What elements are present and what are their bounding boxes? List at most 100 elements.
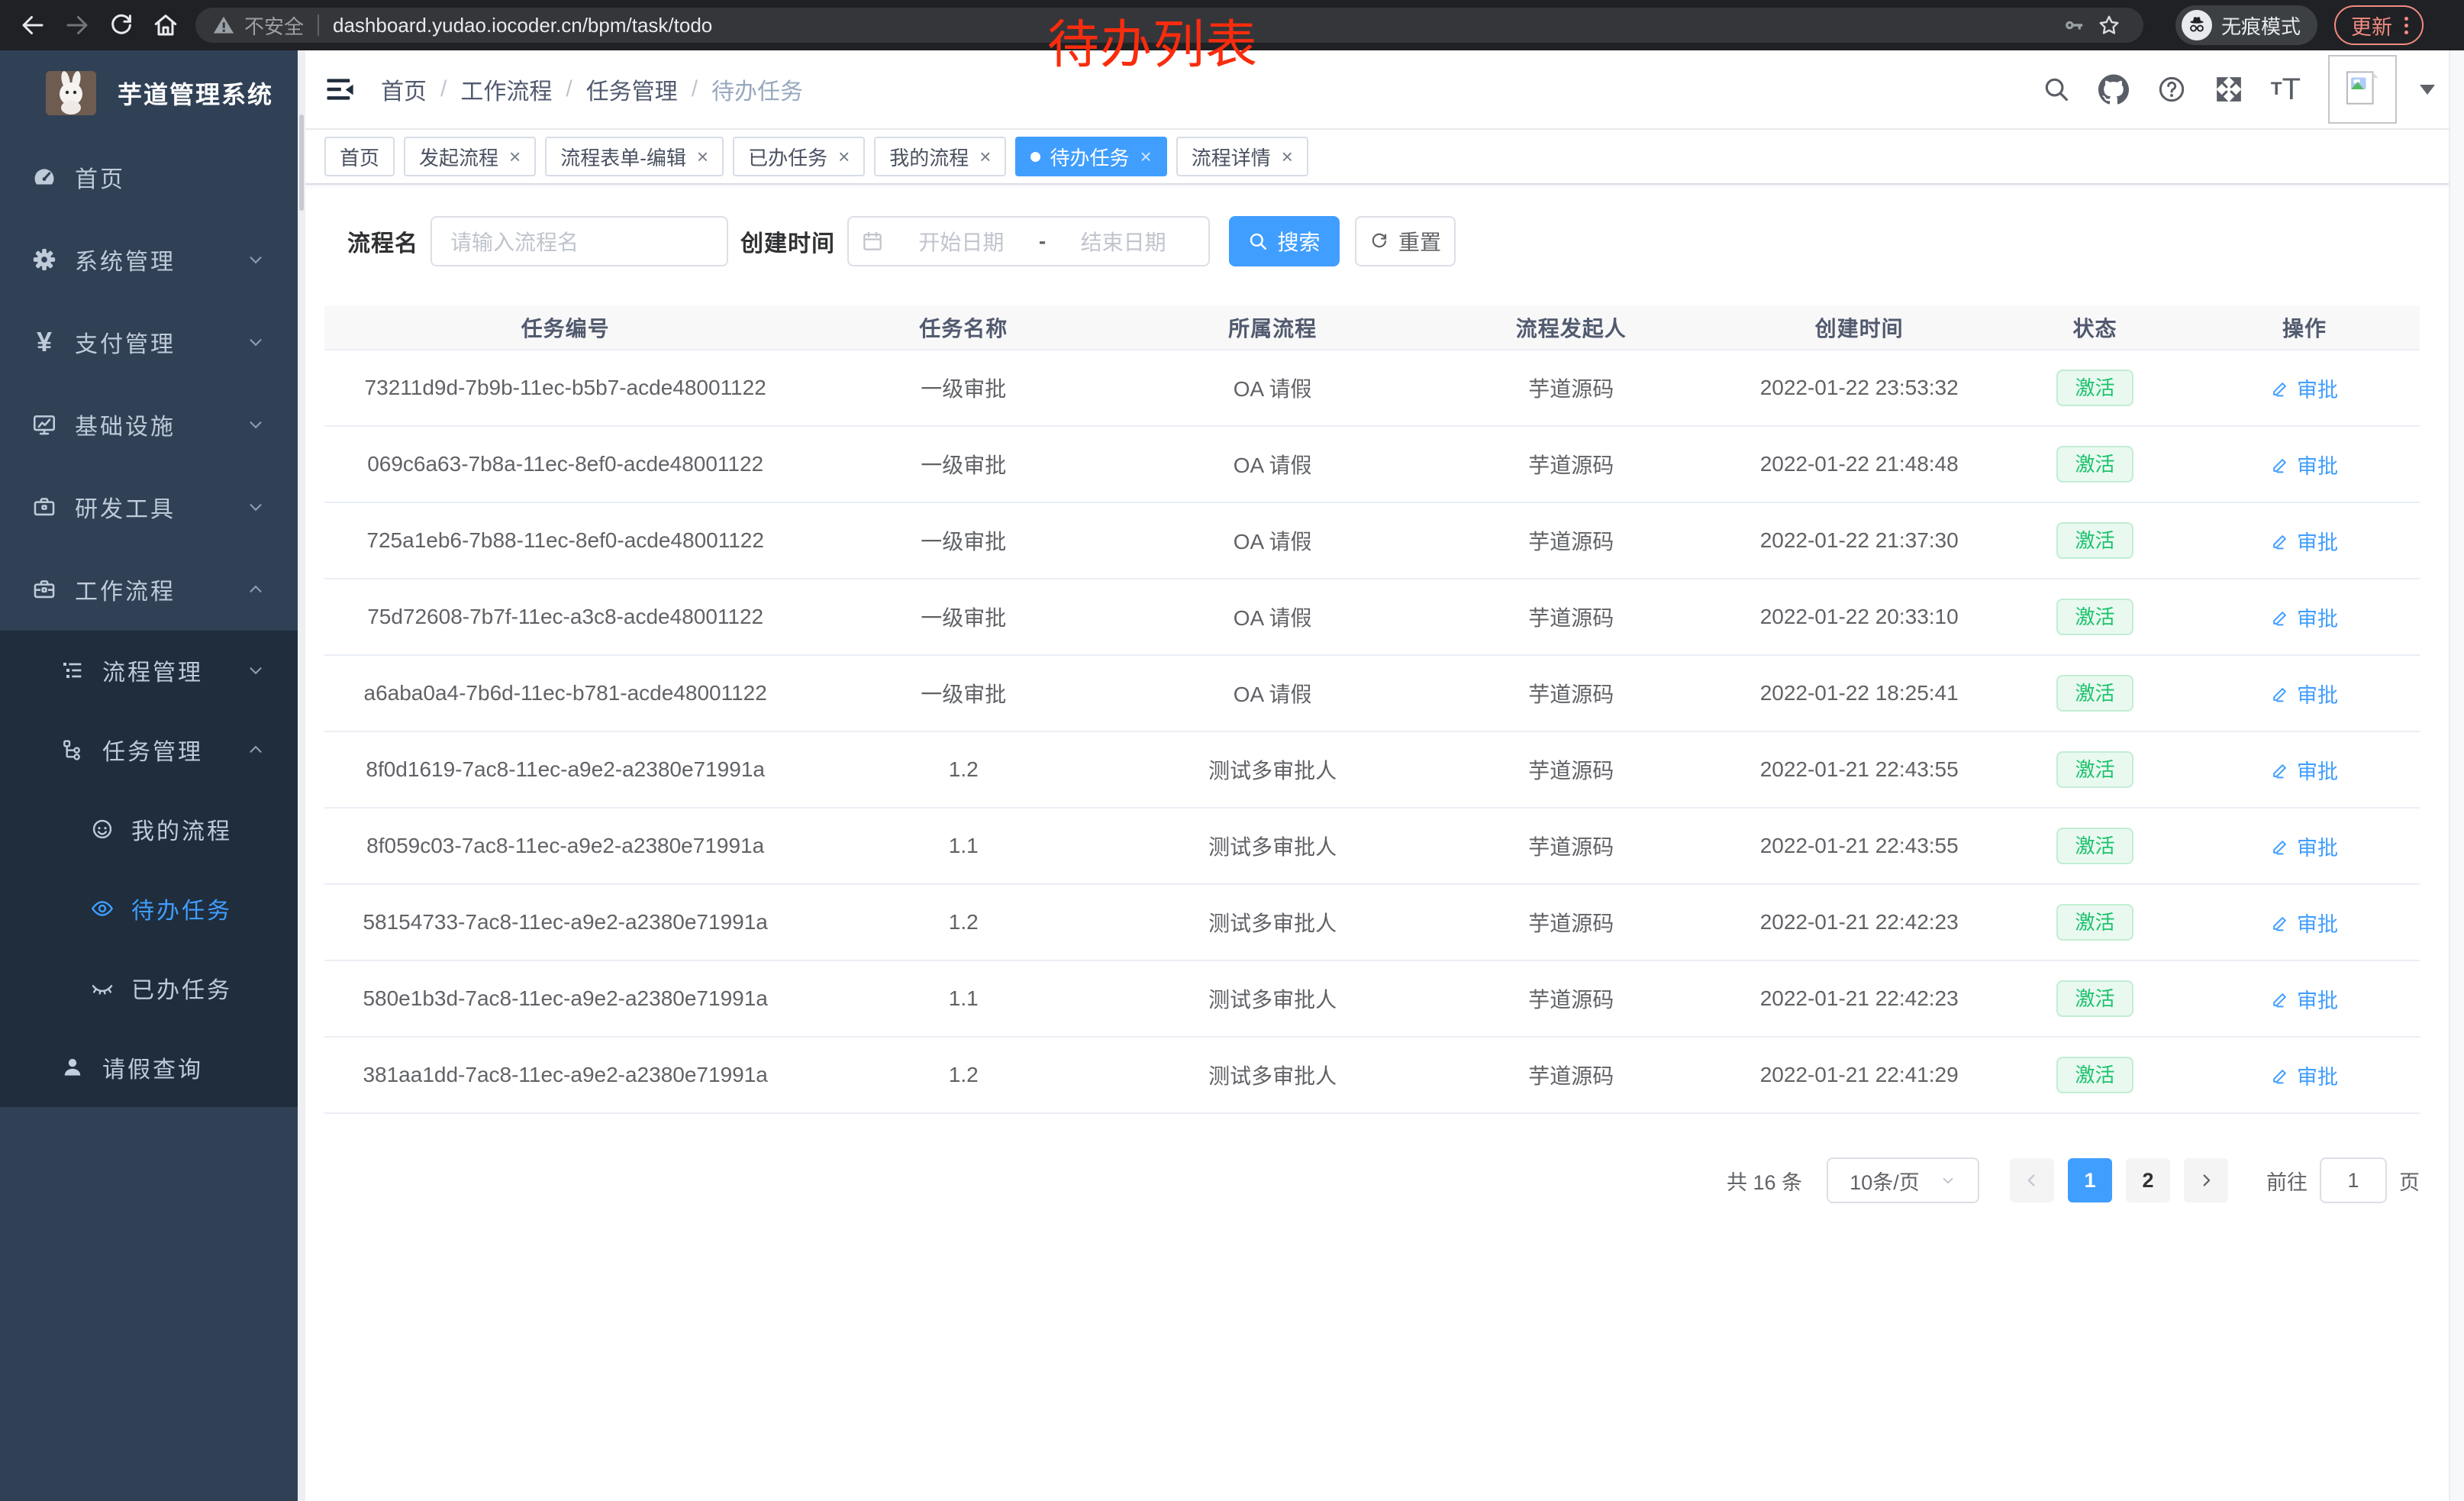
back-icon[interactable]	[11, 3, 55, 47]
tab-initiate-process[interactable]: 发起流程×	[404, 137, 536, 176]
forward-icon[interactable]	[55, 3, 99, 47]
edit-pencil-icon	[2271, 684, 2290, 703]
sidebar: 芋道管理系统 首页 系统管理 ¥ 支付管理 基础设施	[0, 50, 305, 1501]
sidebar-item-my-process[interactable]: 我的流程	[0, 789, 305, 869]
bookmark-star-icon[interactable]	[2091, 8, 2127, 43]
browser-menu-icon[interactable]	[2400, 17, 2413, 34]
table-row: 580e1b3d-7ac8-11ec-a9e2-a2380e71991a 1.1…	[324, 960, 2420, 1037]
reload-icon[interactable]	[99, 3, 144, 47]
home-icon[interactable]	[144, 3, 188, 47]
tab-todo-tasks[interactable]: 待办任务×	[1015, 137, 1166, 176]
close-icon[interactable]: ×	[697, 145, 708, 169]
navbar-tools: TT	[2042, 50, 2435, 128]
tab-my-process[interactable]: 我的流程×	[874, 137, 1006, 176]
close-icon[interactable]: ×	[509, 145, 521, 169]
sidebar-scrollbar[interactable]	[298, 50, 305, 1501]
close-icon[interactable]: ×	[979, 145, 991, 169]
avatar[interactable]	[2328, 55, 2397, 124]
chevron-down-icon	[246, 332, 266, 352]
tasks-table: 任务编号 任务名称 所属流程 流程发起人 创建时间 状态 操作 73211d9d…	[324, 305, 2420, 1114]
sidebar-item-label: 基础设施	[75, 408, 176, 441]
approve-link[interactable]: 审批	[2271, 450, 2338, 479]
collapse-sidebar-icon[interactable]	[324, 73, 356, 105]
sidebar-item-task-mgmt[interactable]: 任务管理	[0, 710, 305, 789]
tab-done-tasks[interactable]: 已办任务×	[733, 137, 865, 176]
sidebar-item-leave-query[interactable]: 请假查询	[0, 1028, 305, 1107]
sidebar-item-todo-tasks[interactable]: 待办任务	[0, 869, 305, 948]
approve-link[interactable]: 审批	[2271, 373, 2338, 403]
chevron-down-icon	[246, 250, 266, 270]
breadcrumb-home[interactable]: 首页	[381, 73, 427, 106]
chevron-down-icon	[246, 497, 266, 517]
page-unit-label: 页	[2399, 1166, 2420, 1196]
end-date-placeholder[interactable]: 结束日期	[1050, 226, 1196, 257]
close-icon[interactable]: ×	[1282, 145, 1293, 169]
sidebar-item-dev-tools[interactable]: 研发工具	[0, 466, 305, 548]
warning-icon	[212, 14, 235, 37]
sidebar-menu: 首页 系统管理 ¥ 支付管理 基础设施 研发工具	[0, 136, 305, 1107]
sidebar-item-label: 待办任务	[131, 892, 232, 925]
approve-link[interactable]: 审批	[2271, 679, 2338, 709]
search-icon[interactable]	[2042, 75, 2071, 104]
edit-pencil-icon	[2271, 608, 2290, 627]
key-icon[interactable]	[2056, 8, 2091, 43]
avatar-dropdown-icon[interactable]	[2420, 85, 2435, 95]
cell-task-name: 1.2	[806, 731, 1121, 808]
sidebar-item-process-mgmt[interactable]: 流程管理	[0, 631, 305, 710]
cell-initiator: 芋道源码	[1424, 502, 1717, 579]
sidebar-item-done-tasks[interactable]: 已办任务	[0, 948, 305, 1028]
close-icon[interactable]: ×	[838, 145, 850, 169]
close-icon[interactable]: ×	[1140, 145, 1152, 169]
process-name-label: 流程名	[347, 224, 418, 258]
url-text[interactable]: dashboard.yudao.iocoder.cn/bpm/task/todo	[333, 14, 2056, 37]
approve-link[interactable]: 审批	[2271, 526, 2338, 556]
approve-link[interactable]: 审批	[2271, 831, 2338, 861]
tab-home[interactable]: 首页	[324, 137, 395, 176]
search-button[interactable]: 搜索	[1229, 216, 1340, 266]
sidebar-item-home[interactable]: 首页	[0, 136, 305, 218]
sidebar-item-label: 支付管理	[75, 325, 176, 359]
reset-button[interactable]: 重置	[1355, 216, 1456, 266]
next-page-button[interactable]	[2184, 1158, 2228, 1202]
sidebar-item-infrastructure[interactable]: 基础设施	[0, 383, 305, 466]
address-bar[interactable]: 不安全 dashboard.yudao.iocoder.cn/bpm/task/…	[195, 8, 2143, 43]
goto-page-input[interactable]: 1	[2320, 1157, 2387, 1203]
page-size-select[interactable]: 10条/页	[1827, 1157, 1979, 1203]
approve-link[interactable]: 审批	[2271, 755, 2338, 785]
page-1-button[interactable]: 1	[2068, 1158, 2112, 1202]
dashboard-icon	[31, 164, 58, 190]
sidebar-item-system-mgmt[interactable]: 系统管理	[0, 218, 305, 301]
help-icon[interactable]	[2156, 74, 2187, 105]
sidebar-item-label: 请假查询	[102, 1051, 203, 1084]
github-icon[interactable]	[2098, 74, 2129, 105]
approve-link[interactable]: 审批	[2271, 1060, 2338, 1090]
app-logo[interactable]: 芋道管理系统	[0, 50, 305, 136]
page-2-button[interactable]: 2	[2126, 1158, 2170, 1202]
process-name-input[interactable]: 请输入流程名	[431, 216, 728, 266]
tab-process-detail[interactable]: 流程详情×	[1176, 137, 1308, 176]
fullscreen-icon[interactable]	[2214, 75, 2243, 104]
sidebar-item-payment-mgmt[interactable]: ¥ 支付管理	[0, 301, 305, 383]
page-scrollbar[interactable]	[2449, 50, 2464, 1501]
create-time-label: 创建时间	[740, 224, 835, 258]
tab-form-edit[interactable]: 流程表单-编辑×	[545, 137, 724, 176]
approve-link[interactable]: 审批	[2271, 908, 2338, 938]
cell-process: 测试多审批人	[1121, 884, 1424, 960]
status-badge: 激活	[2056, 751, 2133, 788]
approve-link[interactable]: 审批	[2271, 984, 2338, 1014]
prev-page-button[interactable]	[2010, 1158, 2054, 1202]
browser-update-button[interactable]: 更新	[2334, 5, 2424, 45]
breadcrumb-task-mgmt[interactable]: 任务管理	[586, 73, 678, 106]
table-row: 75d72608-7b7f-11ec-a3c8-acde48001122 一级审…	[324, 579, 2420, 655]
status-badge: 激活	[2056, 904, 2133, 941]
security-label[interactable]: 不安全	[244, 11, 304, 40]
breadcrumb-workflow[interactable]: 工作流程	[460, 73, 552, 106]
status-badge: 激活	[2056, 370, 2133, 406]
font-size-icon[interactable]: TT	[2271, 74, 2301, 105]
logo-image	[46, 71, 96, 115]
date-range-picker[interactable]: 开始日期 - 结束日期	[847, 216, 1210, 266]
start-date-placeholder[interactable]: 开始日期	[889, 226, 1034, 257]
approve-link[interactable]: 审批	[2271, 602, 2338, 632]
sidebar-item-workflow[interactable]: 工作流程	[0, 548, 305, 631]
pagination: 共 16 条 10条/页 1 2 前往 1 页	[324, 1157, 2420, 1203]
